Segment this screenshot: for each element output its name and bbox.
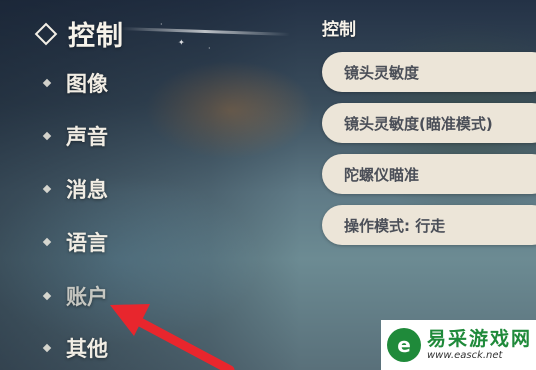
watermark-title: 易采游戏网 xyxy=(427,328,533,350)
watermark-url: www.easck.net xyxy=(427,350,503,361)
watermark: e 易采游戏网 www.easck.net xyxy=(381,320,536,370)
watermark-text: 易采游戏网 www.easck.net xyxy=(427,328,532,362)
watermark-logo-icon: e xyxy=(387,328,421,362)
red-arrow-icon xyxy=(110,304,235,370)
